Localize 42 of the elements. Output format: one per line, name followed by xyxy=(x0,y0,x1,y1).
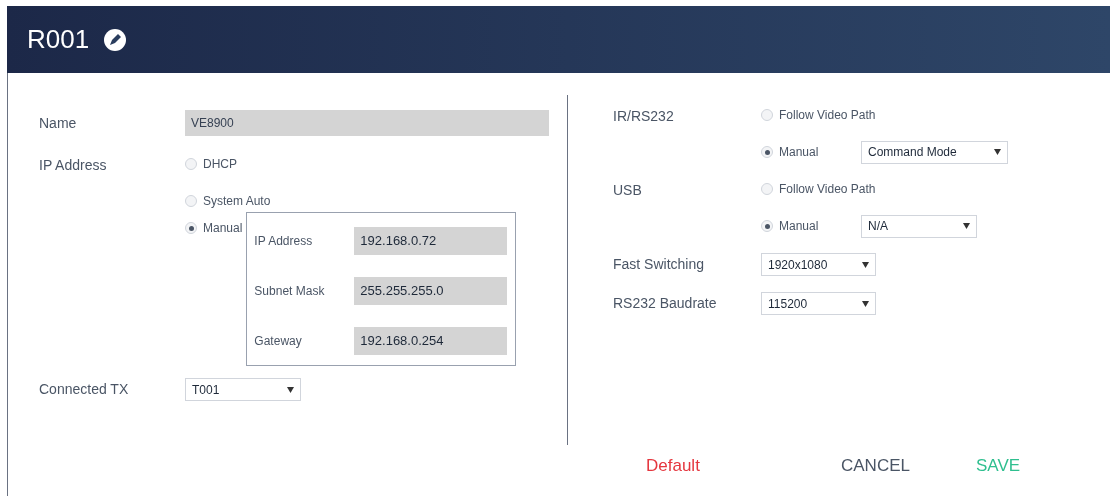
dropdown[interactable]: 1920x1080 xyxy=(761,253,876,276)
field-label: Gateway xyxy=(254,333,303,350)
dropdown[interactable]: N/A xyxy=(861,214,977,238)
dropdown[interactable]: 115200 xyxy=(761,292,876,315)
radio-button[interactable] xyxy=(185,158,197,170)
radio-label[interactable]: DHCP xyxy=(203,155,237,173)
radio-label[interactable]: Manual xyxy=(203,219,243,237)
radio-button[interactable] xyxy=(185,195,197,207)
caret-icon xyxy=(287,386,294,393)
radio-label[interactable]: Manual xyxy=(779,143,819,161)
field-label: RS232 Baudrate xyxy=(613,294,718,313)
radio-button[interactable] xyxy=(185,222,197,234)
caret-icon xyxy=(862,261,869,268)
name-field[interactable]: VE8900 xyxy=(185,110,549,136)
edit-icon[interactable] xyxy=(103,27,128,52)
input-field[interactable]: 192.168.0.254 xyxy=(354,327,508,355)
field-label: IP Address xyxy=(254,233,314,250)
radio-button[interactable] xyxy=(761,220,773,232)
field-label: Subnet Mask xyxy=(254,283,326,300)
reset-button[interactable]: Default xyxy=(646,452,700,478)
field-label: USB xyxy=(613,181,643,200)
field-label: IR/RS232 xyxy=(613,107,675,126)
field-label: IP Address xyxy=(39,156,108,175)
field-label: Name xyxy=(39,113,78,133)
input-field[interactable]: 255.255.255.0 xyxy=(354,277,508,305)
radio-button[interactable] xyxy=(761,146,773,158)
radio-button[interactable] xyxy=(761,109,773,121)
field-label: Fast Switching xyxy=(613,255,706,274)
radio-label[interactable]: System Auto xyxy=(203,192,271,210)
window-title: R001 xyxy=(27,23,90,56)
radio-label[interactable]: Manual xyxy=(779,217,819,235)
cancel-button[interactable]: CANCEL xyxy=(841,452,910,478)
radio-label[interactable]: Follow Video Path xyxy=(779,106,876,124)
radio-button[interactable] xyxy=(761,183,773,195)
caret-icon xyxy=(862,300,869,307)
field-label: Connected TX xyxy=(39,380,130,399)
dropdown[interactable]: Command Mode xyxy=(861,140,1008,164)
dropdown[interactable]: T001 xyxy=(185,378,301,401)
radio-label[interactable]: Follow Video Path xyxy=(779,180,876,198)
caret-icon xyxy=(963,223,970,229)
caret-icon xyxy=(994,149,1001,155)
input-field[interactable]: 192.168.0.72 xyxy=(354,227,508,255)
